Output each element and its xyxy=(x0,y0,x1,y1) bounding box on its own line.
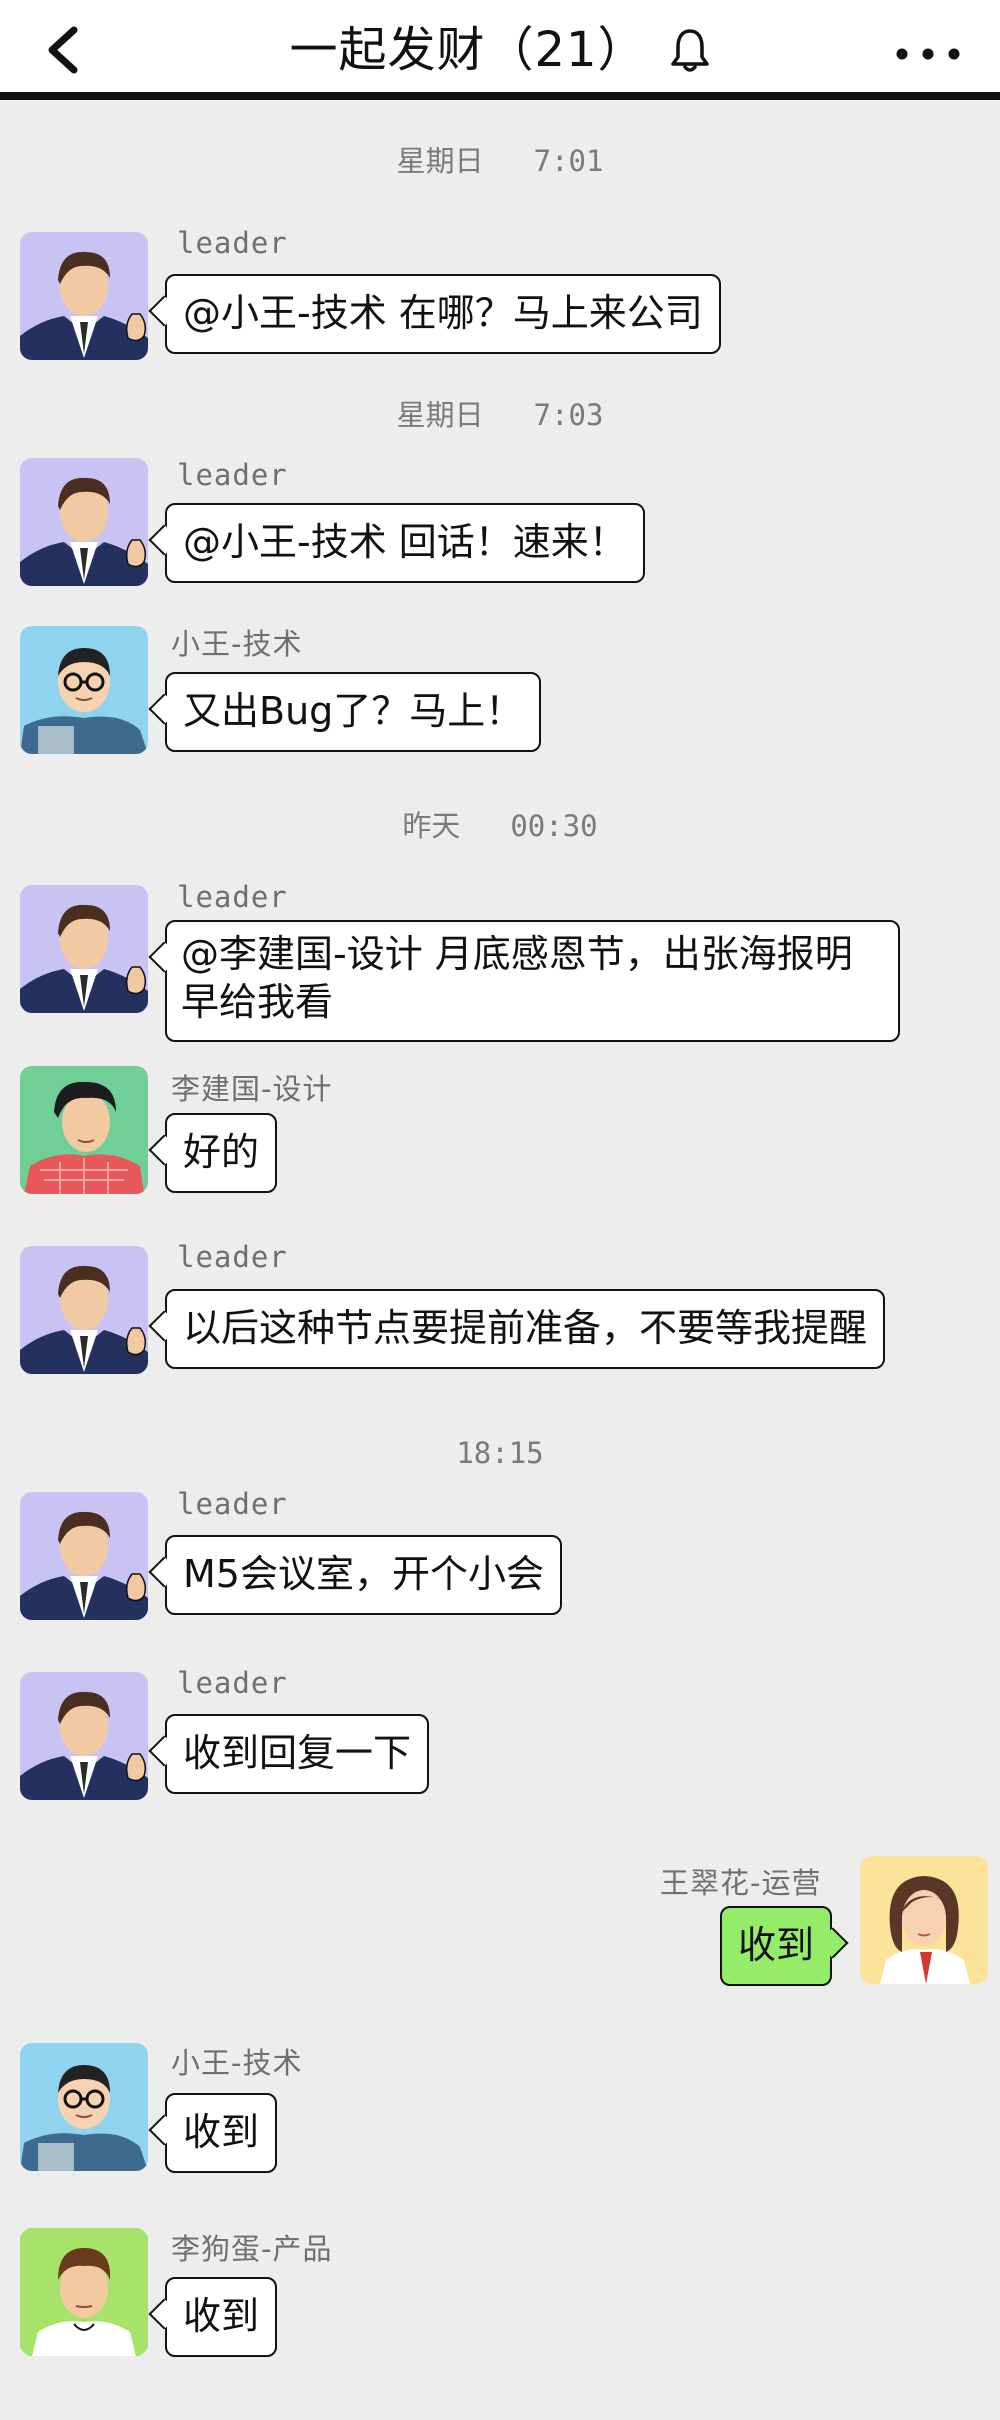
sender-name: leader xyxy=(177,880,288,914)
timestamp-day: 星期日 xyxy=(396,144,484,178)
bell-icon[interactable] xyxy=(669,27,711,73)
avatar-leader[interactable] xyxy=(20,1672,148,1800)
own-message-bubble[interactable]: 收到 xyxy=(720,1906,833,1986)
avatar-leader[interactable] xyxy=(20,458,148,586)
avatar-lijianguo[interactable] xyxy=(20,1066,148,1194)
avatar-leader[interactable] xyxy=(20,232,148,360)
avatar-leader[interactable] xyxy=(20,885,148,1013)
avatar-leader[interactable] xyxy=(20,1246,148,1374)
avatar-xiaowang[interactable] xyxy=(20,2043,148,2171)
leader-avatar-icon xyxy=(20,1246,148,1374)
sender-name: 小王-技术 xyxy=(171,2046,303,2080)
more-button[interactable] xyxy=(888,30,968,76)
message-bubble[interactable]: M5会议室，开个小会 xyxy=(165,1535,562,1615)
sender-name: leader xyxy=(177,1487,288,1521)
timestamp-time: 7:01 xyxy=(533,144,604,178)
timestamp-day: 昨天 xyxy=(402,809,461,843)
timestamp-time: 7:03 xyxy=(533,398,604,432)
sender-name: 小王-技术 xyxy=(171,627,303,661)
sender-name: leader xyxy=(177,226,288,260)
sender-name: 李建国-设计 xyxy=(171,1072,333,1106)
leader-avatar-icon xyxy=(20,458,148,586)
timestamp-day: 星期日 xyxy=(396,398,484,432)
sender-name: leader xyxy=(177,1666,288,1700)
message-bubble[interactable]: @小王-技术 在哪？马上来公司 xyxy=(165,274,721,354)
leader-avatar-icon xyxy=(20,1492,148,1620)
wangcuihua-avatar-icon xyxy=(860,1856,988,1984)
leader-avatar-icon xyxy=(20,232,148,360)
leader-avatar-icon xyxy=(20,885,148,1013)
avatar-ligoudan[interactable] xyxy=(20,2228,148,2356)
xiaowang-avatar-icon xyxy=(20,626,148,754)
leader-avatar-icon xyxy=(20,1672,148,1800)
sender-name: 李狗蛋-产品 xyxy=(171,2232,333,2266)
timestamp-time: 18:15 xyxy=(456,1436,544,1470)
message-bubble[interactable]: @小王-技术 回话！速来！ xyxy=(165,503,645,583)
sender-name: 王翠花-运营 xyxy=(660,1866,822,1900)
avatar-xiaowang[interactable] xyxy=(20,626,148,754)
avatar-leader[interactable] xyxy=(20,1492,148,1620)
message-bubble[interactable]: 以后这种节点要提前准备，不要等我提醒 xyxy=(165,1289,886,1369)
message-bubble[interactable]: 好的 xyxy=(165,1113,278,1193)
message-bubble[interactable]: 又出Bug了？马上！ xyxy=(165,672,542,752)
lijianguo-avatar-icon xyxy=(20,1066,148,1194)
timestamp-divider: 星期日 7:01 xyxy=(0,138,1000,180)
timestamp-time: 00:30 xyxy=(510,809,598,843)
chat-title: 一起发财（21） xyxy=(289,22,647,78)
timestamp-divider: 18:15 xyxy=(0,1436,1000,1470)
message-bubble[interactable]: 收到 xyxy=(165,2093,278,2173)
chat-header: 一起发财（21） xyxy=(0,0,1000,100)
avatar-wangcuihua[interactable] xyxy=(860,1856,988,1984)
message-bubble[interactable]: 收到 xyxy=(165,2277,278,2357)
sender-name: leader xyxy=(177,1240,288,1274)
ligoudan-avatar-icon xyxy=(20,2228,148,2356)
timestamp-divider: 星期日 7:03 xyxy=(0,392,1000,434)
xiaowang-avatar-icon xyxy=(20,2043,148,2171)
more-horizontal-icon xyxy=(896,48,960,60)
message-bubble[interactable]: @李建国-设计 月底感恩节，出张海报明早给我看 xyxy=(165,920,900,1042)
message-bubble[interactable]: 收到回复一下 xyxy=(165,1714,430,1794)
sender-name: leader xyxy=(177,458,288,492)
timestamp-divider: 昨天 00:30 xyxy=(0,803,1000,845)
